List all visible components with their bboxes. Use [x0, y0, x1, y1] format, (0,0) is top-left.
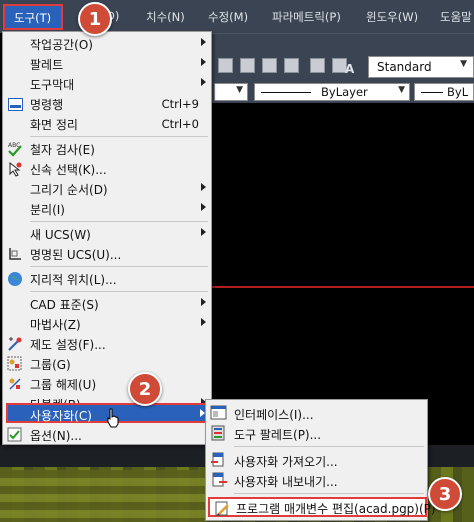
menu-separator	[30, 291, 208, 292]
customize-submenu: 인터페이스(I)... 도구 팔레트(P)... 사용자화 가져오기... 사용…	[205, 399, 436, 521]
toolbar-icon[interactable]	[310, 58, 325, 73]
menu-separator	[30, 266, 208, 267]
submenu-item-interface[interactable]: 인터페이스(I)...	[206, 403, 427, 423]
text-style-select[interactable]: Standard ▼	[368, 56, 474, 78]
menu-item-options[interactable]: 옵션(N)...	[3, 425, 211, 445]
background-texture	[0, 470, 205, 522]
submenu-arrow-icon	[201, 318, 206, 326]
step-badge-2: 2	[128, 372, 162, 406]
text-style-icon: A	[345, 62, 355, 76]
crosshair-line	[212, 286, 474, 288]
color-combo[interactable]: ▼	[214, 83, 248, 101]
submenu-arrow-icon	[201, 228, 206, 236]
toolbar-icon[interactable]	[240, 58, 255, 73]
menu-item-palettes[interactable]: 팔레트	[3, 54, 211, 74]
export-icon	[210, 472, 228, 488]
menu-item-ungroup[interactable]: 그룹 해제(U)	[3, 374, 211, 394]
menu-item-new-ucs[interactable]: 새 UCS(W)	[3, 224, 211, 244]
toolbar-icon[interactable]	[262, 58, 277, 73]
menu-separator	[234, 493, 424, 494]
chevron-down-icon: ▼	[460, 59, 467, 69]
edit-pgp-icon	[214, 501, 232, 517]
submenu-arrow-icon	[201, 183, 206, 191]
import-icon	[210, 452, 228, 468]
command-line-icon	[7, 96, 23, 112]
menu-item-drafting-settings[interactable]: 제도 설정(F)...	[3, 334, 211, 354]
interface-icon	[210, 405, 228, 421]
menu-item-isolate[interactable]: 분리(I)	[3, 199, 211, 219]
toolbar-icon[interactable]	[284, 58, 299, 73]
menu-modify[interactable]: 수정(M)	[208, 9, 248, 25]
tools-dropdown-menu: 작업공간(O) 팔레트 도구막대 명령행 Ctrl+9 화면 정리 Ctrl+0 A…	[2, 31, 212, 445]
linetype-value: ByLayer	[321, 85, 368, 99]
quick-select-icon	[7, 161, 23, 177]
submenu-item-export-customizations[interactable]: 사용자화 내보내기...	[206, 470, 427, 490]
submenu-item-import-customizations[interactable]: 사용자화 가져오기...	[206, 450, 427, 470]
text-style-value: Standard	[377, 60, 432, 74]
step-badge-1: 1	[78, 2, 112, 36]
hand-cursor-icon	[107, 408, 119, 428]
submenu-arrow-icon	[201, 58, 206, 66]
ucs-icon	[7, 246, 23, 262]
menu-item-geolocation[interactable]: 지리적 위치(L)...	[3, 269, 211, 289]
submenu-item-tool-palettes[interactable]: 도구 팔레트(P)...	[206, 423, 427, 443]
tool-palette-icon	[210, 425, 228, 441]
menu-parametric[interactable]: 파라메트릭(P)	[272, 9, 341, 25]
linetype-combo[interactable]: ByLayer ▼	[254, 83, 410, 101]
step-badge-3: 3	[428, 477, 462, 511]
submenu-item-edit-program-parameters[interactable]: 프로그램 매개변수 편집(acad.pgp)(P)	[208, 497, 436, 517]
menu-bar: 도구(T) D) 치수(N) 수정(M) 파라메트릭(P) 윈도우(W) 도움말	[0, 0, 474, 33]
menu-item-command-line[interactable]: 명령행 Ctrl+9	[3, 94, 211, 114]
spell-check-icon: ABC	[7, 141, 23, 157]
submenu-arrow-icon	[201, 298, 206, 306]
group-icon	[7, 356, 23, 372]
menu-separator	[30, 221, 208, 222]
lineweight-combo[interactable]: ByL	[414, 83, 474, 101]
toolbar-icon[interactable]	[218, 58, 233, 73]
menu-help[interactable]: 도움말	[440, 9, 472, 25]
menu-item-quick-select[interactable]: 신속 선택(K)...	[3, 159, 211, 179]
submenu-arrow-icon	[201, 78, 206, 86]
menu-item-draw-order[interactable]: 그리기 순서(D)	[3, 179, 211, 199]
menu-item-toolbars[interactable]: 도구막대	[3, 74, 211, 94]
menu-item-group[interactable]: 그룹(G)	[3, 354, 211, 374]
menu-tools[interactable]: 도구(T)	[3, 4, 63, 30]
chevron-down-icon: ▼	[398, 85, 405, 95]
menu-dimension[interactable]: 치수(N)	[146, 9, 185, 25]
linetype-preview	[261, 92, 311, 93]
drawing-canvas[interactable]	[212, 103, 474, 403]
ungroup-icon	[7, 376, 23, 392]
globe-icon	[7, 271, 23, 287]
lineweight-preview	[421, 92, 443, 93]
options-check-icon	[7, 427, 23, 443]
menu-window[interactable]: 윈도우(W)	[366, 9, 418, 25]
lineweight-value: ByL	[447, 85, 469, 99]
drafting-settings-icon	[7, 336, 23, 352]
chevron-down-icon: ▼	[236, 85, 243, 95]
menu-separator	[234, 446, 424, 447]
menu-item-clean-screen[interactable]: 화면 정리 Ctrl+0	[3, 114, 211, 134]
menu-item-workspaces[interactable]: 작업공간(O)	[3, 34, 211, 54]
menu-item-spell-check[interactable]: ABC 철자 검사(E)	[3, 139, 211, 159]
submenu-arrow-icon	[201, 38, 206, 46]
menu-item-wizards[interactable]: 마법사(Z)	[3, 314, 211, 334]
menu-separator	[30, 136, 208, 137]
submenu-arrow-icon	[201, 203, 206, 211]
menu-item-cad-standards[interactable]: CAD 표준(S)	[3, 294, 211, 314]
menu-item-named-ucs[interactable]: 명명된 UCS(U)...	[3, 244, 211, 264]
